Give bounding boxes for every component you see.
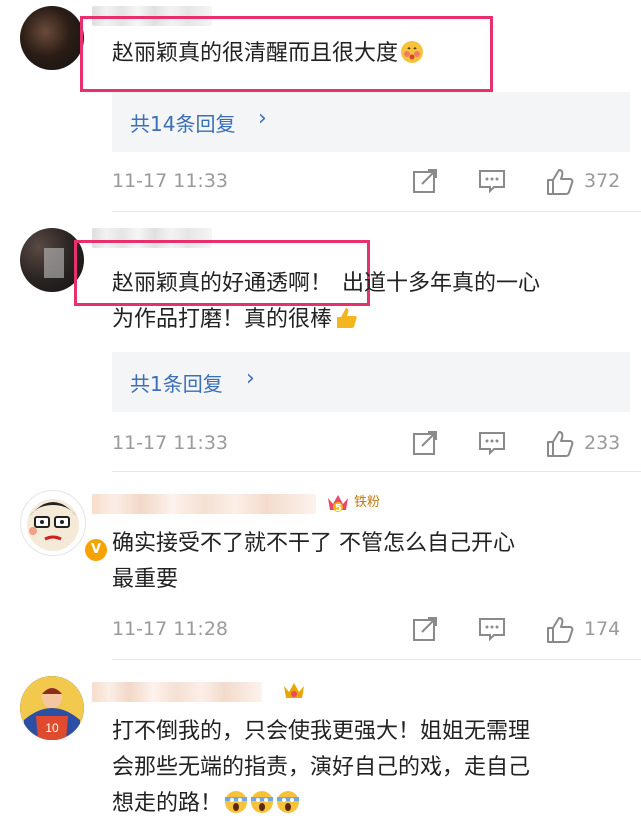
comment-text-line: 想走的路！ xyxy=(112,786,622,822)
comment-text-line: 确实接受不了就不干了 不管怎么自己开心 xyxy=(112,531,515,556)
cartoon-avatar-icon xyxy=(27,499,79,551)
comment-text: 确实接受不了就不干了 不管怎么自己开心 最重要 xyxy=(112,526,622,598)
reply-count-link[interactable]: 共14条回复 xyxy=(130,108,235,137)
like-count: 233 xyxy=(584,432,621,454)
thumbs-up-icon[interactable] xyxy=(546,168,574,196)
like-count: 372 xyxy=(584,170,621,192)
scream-emoji-icon xyxy=(277,791,300,813)
thumbs-up-emoji-icon xyxy=(337,308,357,328)
jersey-number: 10 xyxy=(45,721,59,735)
comment-text-line: 赵丽颖真的好通透啊！ 出道十多年真的一心 xyxy=(112,266,622,302)
thumbs-up-icon[interactable] xyxy=(546,430,574,458)
comment-text: 打不倒我的，只会使我更强大！姐姐无需理 会那些无端的指责，演好自己的戏，走自己 … xyxy=(112,714,622,822)
chevron-right-icon: › xyxy=(246,366,255,391)
avatar[interactable]: 10 xyxy=(20,676,84,740)
comment-item: V 5 铁粉 确实接受不了就不干了 不管怎么自己开心 最重要 11-17 11:… xyxy=(0,472,641,660)
comment-text-line: 会那些无端的指责，演好自己的戏，走自己 xyxy=(112,755,531,780)
reply-count-link[interactable]: 共1条回复 xyxy=(130,368,223,397)
thumbs-up-icon[interactable] xyxy=(546,616,574,644)
comment-text-line: 为作品打磨！真的很棒 xyxy=(112,302,622,338)
timestamp: 11-17 11:33 xyxy=(112,432,229,454)
comment-meta: 11-17 11:28 174 xyxy=(112,616,632,644)
timestamp: 11-17 11:28 xyxy=(112,618,229,640)
like-count: 174 xyxy=(584,618,621,640)
share-icon[interactable] xyxy=(412,616,438,642)
username[interactable] xyxy=(92,682,262,702)
share-icon[interactable] xyxy=(412,168,438,194)
username[interactable] xyxy=(92,494,316,514)
scream-emoji-icon xyxy=(225,791,248,813)
blush-emoji-icon xyxy=(401,41,424,63)
comment-text-rest: 出道十多年真的一心 xyxy=(342,271,541,296)
chevron-right-icon: › xyxy=(258,106,267,131)
comment-meta: 11-17 11:33 372 xyxy=(112,168,632,196)
fan-tag: 铁粉 xyxy=(354,495,381,510)
comment-icon[interactable] xyxy=(478,430,506,456)
comment-text: 赵丽颖真的好通透啊！ 出道十多年真的一心 为作品打磨！真的很棒 xyxy=(112,266,622,338)
comment-text-line: 赵丽颖真的很清醒而且很大度 xyxy=(112,41,399,66)
comment-item: 赵丽颖真的很清醒而且很大度 共14条回复 › 11-17 11:33 372 xyxy=(0,0,641,212)
comment-text-highlighted: 赵丽颖真的好通透啊！ xyxy=(112,271,333,296)
comment-item: 赵丽颖真的好通透啊！ 出道十多年真的一心 为作品打磨！真的很棒 共1条回复 › 1… xyxy=(0,212,641,472)
scream-emoji-icon xyxy=(251,791,274,813)
share-icon[interactable] xyxy=(412,430,438,456)
comment-meta: 11-17 11:33 233 xyxy=(112,430,632,458)
comment-text: 赵丽颖真的很清醒而且很大度 xyxy=(112,36,622,72)
reply-box[interactable]: 共14条回复 › xyxy=(112,92,630,152)
avatar[interactable]: V xyxy=(20,490,109,563)
timestamp: 11-17 11:33 xyxy=(112,170,229,192)
comment-text-line: 最重要 xyxy=(112,567,179,592)
comment-icon[interactable] xyxy=(478,168,506,194)
comment-item: 10 打不倒我的，只会使我更强大！姐姐无需理 会那些无端的指责，演好自己的戏，走… xyxy=(0,660,641,826)
comment-text-line: 打不倒我的，只会使我更强大！姐姐无需理 xyxy=(112,719,531,744)
avatar[interactable] xyxy=(20,6,84,70)
reply-box[interactable]: 共1条回复 › xyxy=(112,352,630,412)
basketball-player-avatar-icon: 10 xyxy=(20,676,84,740)
verified-badge: V xyxy=(83,537,109,563)
crown-icon xyxy=(284,683,304,698)
comment-icon[interactable] xyxy=(478,616,506,642)
